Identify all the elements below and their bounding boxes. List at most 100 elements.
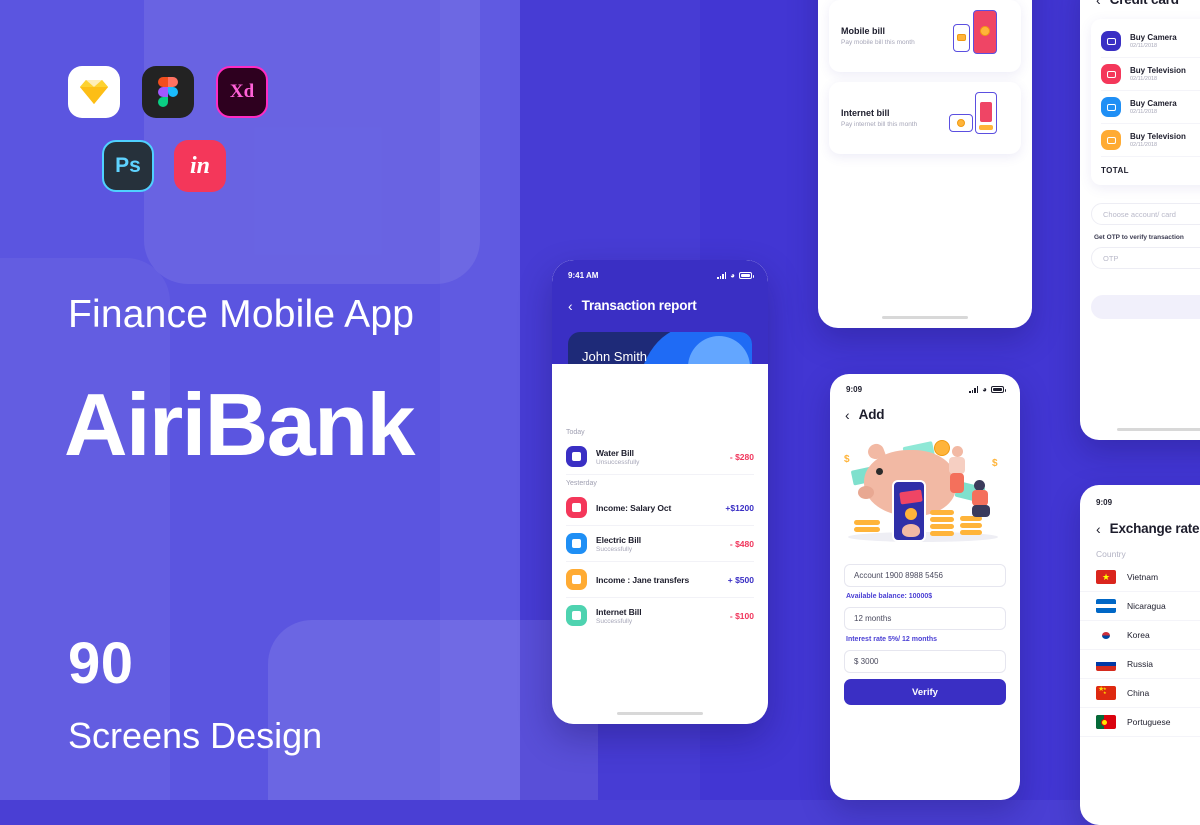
status-time: 9:09: [846, 385, 863, 394]
verify-button[interactable]: Verify: [844, 679, 1006, 705]
credit-card-row-title: Buy Camera: [1130, 32, 1177, 42]
account-field[interactable]: Account 1900 8988 5456: [844, 564, 1006, 587]
credit-card-screen: ‹ Credit card Buy Camera02/11/2018Buy Te…: [1080, 0, 1200, 440]
account-select[interactable]: Choose account/ card: [1091, 203, 1200, 225]
transaction-row[interactable]: Income : Jane transfers + $500: [566, 562, 754, 598]
television-icon: [1101, 64, 1121, 84]
battery-icon: [739, 272, 754, 279]
sketch-app-icon[interactable]: [68, 66, 120, 118]
otp-label: Get OTP to verify transaction: [1094, 234, 1184, 241]
country-row[interactable]: ★ ★ ★ China: [1080, 679, 1200, 708]
photoshop-label: Ps: [115, 154, 141, 177]
adobe-xd-app-icon[interactable]: Xd: [216, 66, 268, 118]
back-icon[interactable]: ‹: [845, 408, 850, 422]
credit-card-row-date: 02/11/2018: [1130, 43, 1158, 50]
coin-stack-icon: [930, 524, 954, 529]
piggy-bank-eye: [876, 468, 883, 475]
country-column-header: Country: [1096, 549, 1126, 559]
transaction-text: Income: Salary Oct: [596, 503, 716, 513]
transaction-row[interactable]: Internet Bill Successfully - $100: [566, 598, 754, 633]
bill-subtitle: Pay mobile bill this month: [841, 39, 915, 46]
back-icon[interactable]: ‹: [568, 299, 573, 313]
country-name: Korea: [1127, 630, 1150, 640]
transaction-title: Electric Bill: [596, 534, 641, 545]
credit-card-row-title: Buy Camera: [1130, 98, 1177, 108]
bills-screen: Water billPay water bill this monthMobil…: [818, 0, 1032, 328]
phone-mockup-illustration: [892, 480, 926, 542]
credit-card-transaction-row[interactable]: Buy Camera 02/11/2018: [1101, 25, 1200, 58]
signal-icon: [969, 386, 979, 393]
figma-logo-icon: [158, 77, 178, 107]
transaction-status: Successfully: [596, 617, 633, 625]
bill-text: Mobile bill Pay mobile bill this month: [841, 26, 915, 46]
person-sitting-figure: [970, 480, 996, 528]
pay-button[interactable]: Pay: [1091, 295, 1200, 319]
photoshop-app-icon[interactable]: Ps: [102, 140, 154, 192]
page-title: Add: [858, 407, 885, 422]
add-navbar: ‹ Add: [830, 398, 1020, 422]
add-savings-screen: 9:09 ◕ ‹ Add $ $ Account 1900 8988 5456 …: [830, 374, 1020, 800]
transaction-row[interactable]: Income: Salary Oct +$1200: [566, 490, 754, 526]
credit-card-payment-form: Choose account/ card Get OTP to verify t…: [1091, 203, 1200, 319]
transaction-row[interactable]: Water Bill Unsuccessfully - $280: [566, 439, 754, 475]
savings-form: Account 1900 8988 5456 Available balance…: [830, 556, 1020, 705]
bill-title: Mobile bill: [841, 26, 885, 36]
figma-app-icon[interactable]: [142, 66, 194, 118]
wifi-icon: ◕: [982, 384, 987, 394]
mobile-bill-art: [949, 10, 1009, 62]
transaction-text: Electric Bill Successfully: [596, 535, 721, 553]
poster-screen-count: 90: [68, 631, 134, 696]
bill-card[interactable]: Internet bill Pay internet bill this mont…: [829, 82, 1021, 154]
bill-text: Internet bill Pay internet bill this mont…: [841, 108, 917, 128]
otp-input[interactable]: OTP: [1091, 247, 1200, 269]
piggy-bank-snout: [858, 486, 874, 499]
coin-stack-icon: [930, 531, 954, 536]
country-row[interactable]: Nicaragua: [1080, 592, 1200, 621]
poster-headline: Finance Mobile App: [68, 293, 415, 336]
credit-card-row-text: Buy Television 02/11/2018: [1130, 132, 1186, 149]
poster-subline: Screens Design: [68, 715, 323, 756]
transaction-row[interactable]: Electric Bill Successfully - $480: [566, 526, 754, 562]
country-row[interactable]: ★ Vietnam: [1080, 563, 1200, 592]
signal-icon: [717, 272, 727, 279]
back-icon[interactable]: ‹: [1096, 0, 1101, 7]
credit-card-transaction-row[interactable]: Buy Television 02/11/2018: [1101, 124, 1200, 157]
country-row[interactable]: Korea: [1080, 621, 1200, 650]
transaction-title: Income : Jane transfers: [596, 574, 690, 585]
transaction-list: Today Water Bill Unsuccessfully - $280 Yeste…: [552, 364, 768, 724]
sketch-gem-icon: [80, 80, 108, 104]
credit-card-transaction-row[interactable]: Buy Camera 02/11/2018: [1101, 91, 1200, 124]
country-row[interactable]: Portuguese: [1080, 708, 1200, 737]
poster-text-column: Xd Ps in Finance Mobile App AiriBank 90 …: [0, 0, 520, 800]
transaction-title: Internet Bill: [596, 606, 642, 617]
status-bar: 9:41 AM ◕: [552, 260, 768, 286]
country-name: Nicaragua: [1127, 601, 1166, 611]
bill-title: Internet bill: [841, 108, 890, 118]
portugal-flag-icon: [1096, 715, 1116, 729]
bill-subtitle: Pay internet bill this month: [841, 121, 918, 128]
back-icon[interactable]: ‹: [1096, 522, 1101, 536]
vietnam-flag-icon: ★: [1096, 570, 1116, 584]
country-name: Russia: [1127, 659, 1153, 669]
credit-card-row-text: Buy Television 02/11/2018: [1130, 66, 1186, 83]
person-standing-figure: [946, 446, 972, 498]
camera-icon: [1101, 31, 1121, 51]
invision-app-icon[interactable]: in: [174, 140, 226, 192]
coin-stack-icon: [930, 510, 954, 515]
country-list: ★ Vietnam Nicaragua Korea Russia ★ ★ ★ China Port…: [1080, 563, 1200, 737]
amount-field[interactable]: $ 3000: [844, 650, 1006, 673]
china-flag-icon: ★ ★ ★: [1096, 686, 1116, 700]
home-indicator: [1117, 427, 1200, 431]
transaction-amount: - $280: [729, 451, 754, 462]
country-row[interactable]: Russia: [1080, 650, 1200, 679]
status-icons: ◕: [969, 384, 1006, 394]
country-name: China: [1127, 688, 1150, 698]
term-field[interactable]: 12 months: [844, 607, 1006, 630]
credit-card-transaction-row[interactable]: Buy Television 02/11/2018: [1101, 58, 1200, 91]
water-drop-icon: [566, 446, 587, 467]
credit-card-row-text: Buy Camera 02/11/2018: [1130, 99, 1177, 116]
bill-card[interactable]: Mobile bill Pay mobile bill this month: [829, 0, 1021, 72]
korea-flag-icon: [1096, 628, 1116, 642]
bills-list: Water billPay water bill this monthMobil…: [829, 0, 1021, 154]
internet-icon: [566, 605, 587, 626]
